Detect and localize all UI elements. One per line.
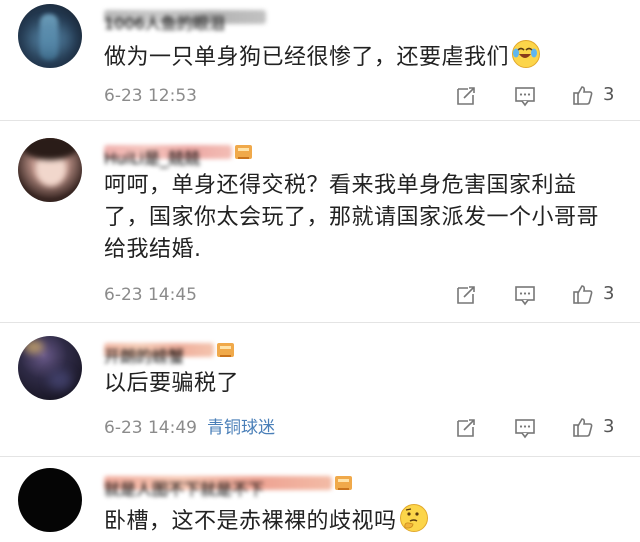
comment-text-line: 以后要骗税了 xyxy=(104,371,240,396)
fan-tag[interactable]: 青铜球迷 xyxy=(207,418,275,438)
comment-text-line: 呵呵，单身还得交税？看来我单身危害国家利益 xyxy=(104,173,577,198)
comment-icon[interactable] xyxy=(514,85,536,107)
username-text: 就是人图不下就是不下 xyxy=(104,476,332,499)
timestamp: 6-23 14:49 青铜球迷 xyxy=(104,417,275,439)
avatar[interactable] xyxy=(18,468,82,532)
thinking-emoji xyxy=(399,504,428,532)
thumbs-up-icon[interactable] xyxy=(572,84,594,106)
comment-text: 以后要骗税了 xyxy=(104,368,239,400)
username-text: HuiLi是_兢兢 xyxy=(104,145,232,168)
crying-laughing-emoji xyxy=(512,40,541,68)
username[interactable]: HuiLi是_兢兢 xyxy=(104,143,252,168)
vip-badge-icon xyxy=(235,145,252,159)
comment-item: 1006人鱼的眼泪 做为一只单身狗已经很惨了，还要虐我们 6-23 12:53 xyxy=(0,0,640,116)
avatar[interactable] xyxy=(18,336,82,400)
divider xyxy=(0,322,640,323)
username[interactable]: 1006人鱼的眼泪 xyxy=(104,8,266,33)
comment-item: 开朗的螃蟹 以后要骗税了 6-23 14:49 青铜球迷 3 xyxy=(0,326,640,452)
comment-text: 卧槽，这不是赤裸裸的歧视吗 xyxy=(104,504,428,538)
comment-text-line: 给我结婚. xyxy=(104,237,202,262)
comment-text-line: 了，国家你太会玩了，那就请国家派发一个小哥哥 xyxy=(104,205,600,230)
username[interactable]: 就是人图不下就是不下 xyxy=(104,474,352,499)
repost-icon[interactable] xyxy=(455,284,477,306)
comment-text-line: 卧槽，这不是赤裸裸的歧视吗 xyxy=(104,509,397,534)
comment-item: HuiLi是_兢兢 呵呵，单身还得交税？看来我单身危害国家利益 了，国家你太会玩… xyxy=(0,124,640,320)
username-text: 1006人鱼的眼泪 xyxy=(104,10,266,33)
username[interactable]: 开朗的螃蟹 xyxy=(104,341,234,366)
repost-icon[interactable] xyxy=(455,417,477,439)
timestamp: 6-23 14:45 xyxy=(104,285,197,305)
timestamp-text: 6-23 14:49 xyxy=(104,418,197,438)
vip-badge-icon xyxy=(217,343,234,357)
comment-text: 做为一只单身狗已经很惨了，还要虐我们 xyxy=(104,40,541,74)
comment-list: 1006人鱼的眼泪 做为一只单身狗已经很惨了，还要虐我们 6-23 12:53 xyxy=(0,0,640,542)
timestamp: 6-23 12:53 xyxy=(104,86,197,106)
comment-icon[interactable] xyxy=(514,284,536,306)
comment-icon[interactable] xyxy=(514,417,536,439)
avatar[interactable] xyxy=(18,138,82,202)
avatar[interactable] xyxy=(18,4,82,68)
comment-text-line: 做为一只单身狗已经很惨了，还要虐我们 xyxy=(104,45,510,70)
comment-text: 呵呵，单身还得交税？看来我单身危害国家利益 了，国家你太会玩了，那就请国家派发一… xyxy=(104,170,599,266)
repost-icon[interactable] xyxy=(455,85,477,107)
divider xyxy=(0,120,640,121)
like-count: 3 xyxy=(603,84,615,105)
like-count: 3 xyxy=(603,416,615,437)
thumbs-up-icon[interactable] xyxy=(572,416,594,438)
vip-badge-icon xyxy=(335,476,352,490)
comment-item: 就是人图不下就是不下 卧槽，这不是赤裸裸的歧视吗 xyxy=(0,460,640,542)
username-text: 开朗的螃蟹 xyxy=(104,343,214,366)
like-count: 3 xyxy=(603,283,615,304)
divider xyxy=(0,456,640,457)
thumbs-up-icon[interactable] xyxy=(572,283,594,305)
